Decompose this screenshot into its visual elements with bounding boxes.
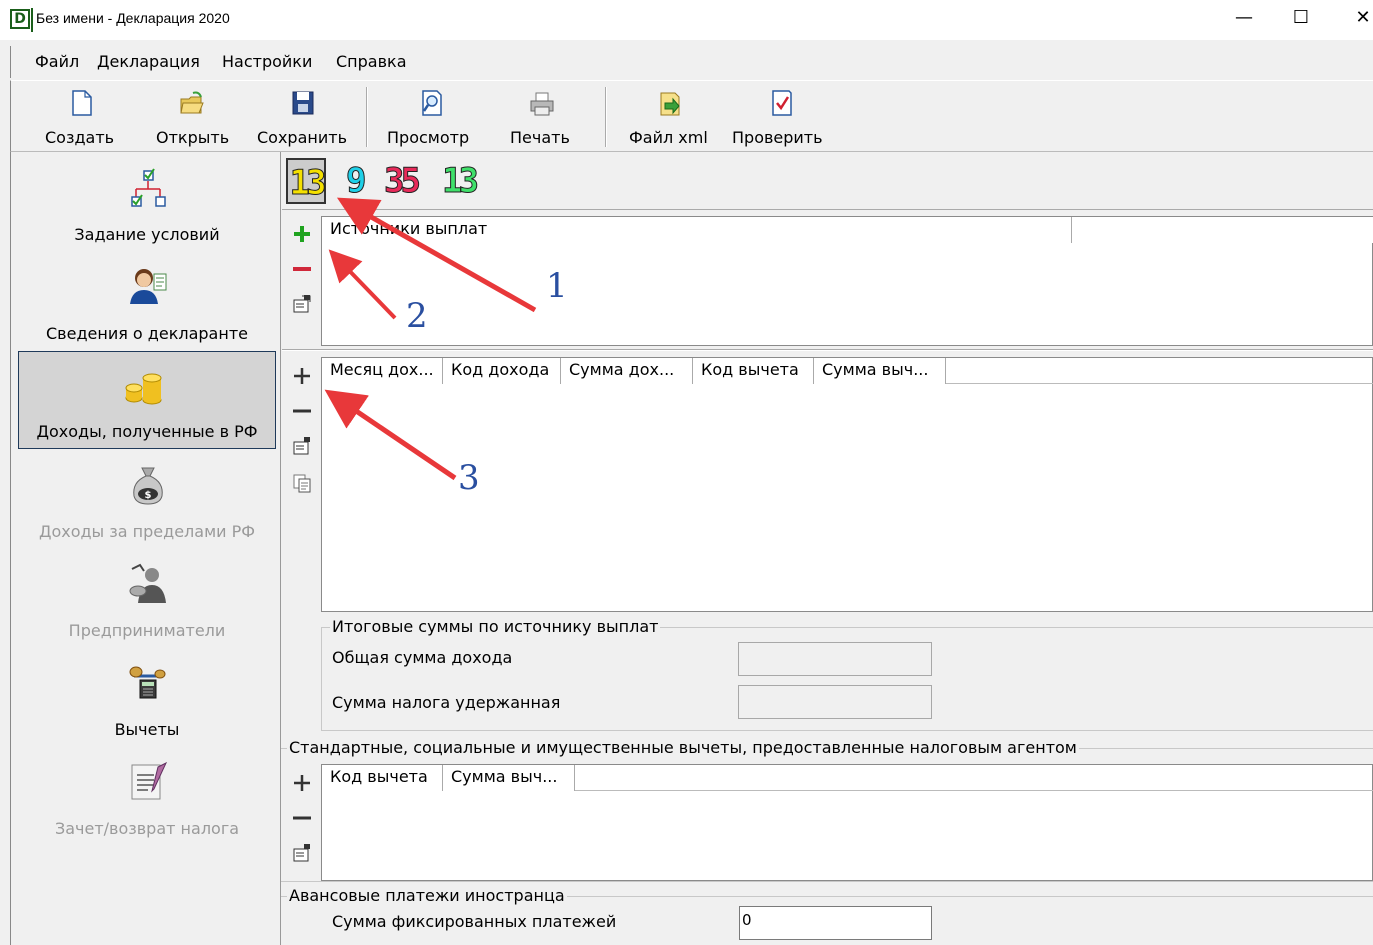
annotation-arrow-2: [328, 249, 397, 320]
annotation-arrow-1: [336, 197, 537, 313]
annotation-label-1: 1: [546, 266, 568, 306]
annotation-label-2: 2: [406, 296, 428, 336]
annotation-arrow-3: [324, 389, 457, 481]
annotation-label-3: 3: [458, 458, 480, 498]
annotation-overlay: [324, 197, 537, 481]
